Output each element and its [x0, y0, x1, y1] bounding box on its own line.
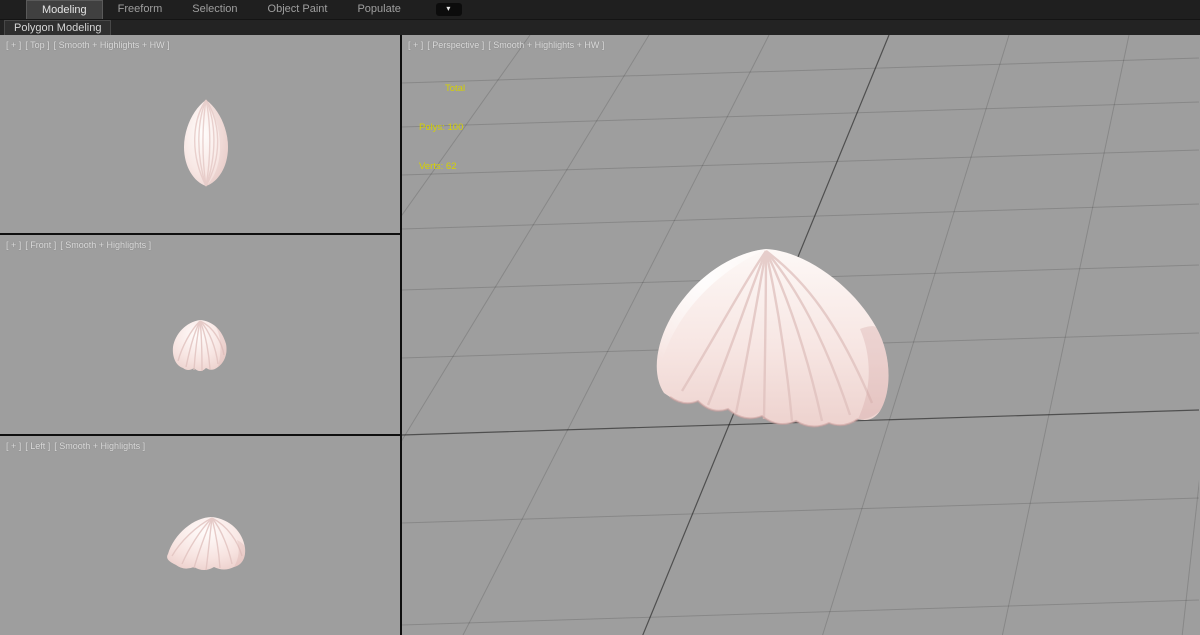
viewport-pov-menu[interactable]: [ Top ] [25, 40, 49, 50]
viewport-general-menu[interactable]: [ + ] [408, 40, 423, 50]
stats-polys: Polys: 100 [419, 122, 464, 133]
viewport-front[interactable]: [ + ] [ Front ] [ Smooth + Highlights ] [0, 235, 400, 434]
viewport-shading-menu[interactable]: [ Smooth + Highlights + HW ] [54, 40, 170, 50]
stats-verts: Verts: 62 [419, 161, 457, 172]
shell-model-front-view[interactable] [168, 317, 232, 375]
viewport-front-label: [ + ] [ Front ] [ Smooth + Highlights ] [6, 240, 151, 250]
viewport-top[interactable]: [ + ] [ Top ] [ Smooth + Highlights + HW… [0, 35, 400, 233]
shell-model-perspective[interactable] [624, 243, 914, 438]
left-viewport-column: [ + ] [ Top ] [ Smooth + Highlights + HW… [0, 35, 400, 635]
ribbon-bar: Modeling Freeform Selection Object Paint… [0, 0, 1200, 19]
viewport-left[interactable]: [ + ] [ Left ] [ Smooth + Highlights ] [0, 436, 400, 635]
ribbon-tab-selection[interactable]: Selection [177, 0, 252, 19]
viewport-shading-menu[interactable]: [ Smooth + Highlights + HW ] [488, 40, 604, 50]
viewport-top-label: [ + ] [ Top ] [ Smooth + Highlights + HW… [6, 40, 170, 50]
shell-model-left-view[interactable] [158, 512, 250, 574]
viewport-perspective[interactable]: [ + ] [ Perspective ] [ Smooth + Highlig… [402, 35, 1200, 635]
shell-model-top-view[interactable] [178, 97, 234, 189]
viewport-general-menu[interactable]: [ + ] [6, 441, 21, 451]
viewport-general-menu[interactable]: [ + ] [6, 240, 21, 250]
ribbon-minimize-toggle-icon[interactable]: ▾ [435, 3, 462, 16]
viewport-pov-menu[interactable]: [ Perspective ] [427, 40, 484, 50]
viewport-left-label: [ + ] [ Left ] [ Smooth + Highlights ] [6, 441, 145, 451]
ribbon-tab-freeform[interactable]: Freeform [103, 0, 178, 19]
ribbon-tab-modeling[interactable]: Modeling [26, 0, 103, 19]
viewport-perspective-label: [ + ] [ Perspective ] [ Smooth + Highlig… [408, 40, 604, 50]
stats-total-label: Total [445, 83, 466, 94]
ribbon-tab-object-paint[interactable]: Object Paint [253, 0, 343, 19]
ribbon-subbar: Polygon Modeling [0, 19, 1200, 35]
viewport-statistics: Total Polys: 100 Verts: 62 [419, 56, 465, 199]
viewport-pov-menu[interactable]: [ Front ] [25, 240, 56, 250]
ribbon-subtab-polygon-modeling[interactable]: Polygon Modeling [4, 20, 112, 35]
viewport-area: [ + ] [ Top ] [ Smooth + Highlights + HW… [0, 35, 1200, 635]
viewport-general-menu[interactable]: [ + ] [6, 40, 21, 50]
viewport-pov-menu[interactable]: [ Left ] [25, 441, 50, 451]
ribbon-tab-populate[interactable]: Populate [342, 0, 415, 19]
viewport-shading-menu[interactable]: [ Smooth + Highlights ] [54, 441, 145, 451]
viewport-shading-menu[interactable]: [ Smooth + Highlights ] [60, 240, 151, 250]
